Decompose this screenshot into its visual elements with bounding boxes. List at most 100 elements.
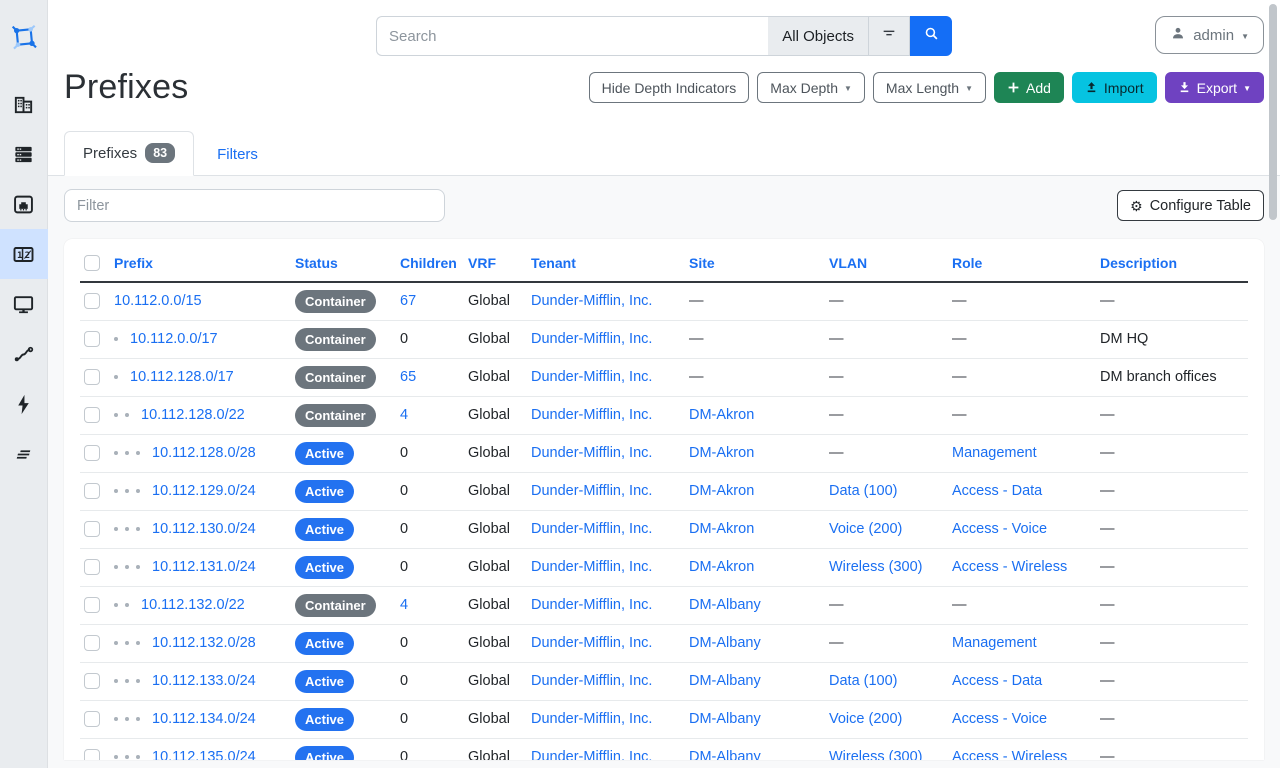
tenant-link[interactable]: Dunder-Mifflin, Inc. <box>531 483 652 499</box>
max-depth-dropdown[interactable]: Max Depth ▼ <box>757 72 865 103</box>
sidebar-item-organization[interactable] <box>0 79 48 129</box>
prefix-link[interactable]: 10.112.0.0/17 <box>130 331 218 347</box>
row-checkbox[interactable] <box>84 559 100 575</box>
row-checkbox[interactable] <box>84 445 100 461</box>
row-checkbox[interactable] <box>84 293 100 309</box>
row-checkbox[interactable] <box>84 673 100 689</box>
vlan-link[interactable]: Wireless (300) <box>829 559 922 575</box>
children-link[interactable]: 67 <box>400 293 416 309</box>
tenant-link[interactable]: Dunder-Mifflin, Inc. <box>531 635 652 651</box>
role-link[interactable]: Access - Voice <box>952 711 1047 727</box>
prefix-link[interactable]: 10.112.129.0/24 <box>152 483 256 499</box>
site-link[interactable]: DM-Albany <box>689 635 761 651</box>
role-link[interactable]: Access - Voice <box>952 521 1047 537</box>
tenant-link[interactable]: Dunder-Mifflin, Inc. <box>531 445 652 461</box>
table-filter-input[interactable] <box>64 189 445 222</box>
site-link[interactable]: DM-Akron <box>689 445 754 461</box>
column-header-children[interactable]: Children <box>396 249 464 282</box>
prefix-link[interactable]: 10.112.130.0/24 <box>152 521 256 537</box>
row-checkbox[interactable] <box>84 407 100 423</box>
site-link[interactable]: DM-Akron <box>689 521 754 537</box>
vlan-link[interactable]: Voice (200) <box>829 521 902 537</box>
tenant-link[interactable]: Dunder-Mifflin, Inc. <box>531 293 652 309</box>
tenant-link[interactable]: Dunder-Mifflin, Inc. <box>531 749 652 760</box>
row-checkbox[interactable] <box>84 369 100 385</box>
site-link[interactable]: DM-Akron <box>689 559 754 575</box>
site-link[interactable]: DM-Akron <box>689 407 754 423</box>
role-link[interactable]: Access - Wireless <box>952 749 1067 760</box>
search-submit-button[interactable] <box>910 16 952 56</box>
site-link[interactable]: DM-Albany <box>689 673 761 689</box>
tenant-link[interactable]: Dunder-Mifflin, Inc. <box>531 407 652 423</box>
children-link[interactable]: 4 <box>400 597 408 613</box>
sidebar-item-devices[interactable] <box>0 129 48 179</box>
tenant-link[interactable]: Dunder-Mifflin, Inc. <box>531 369 652 385</box>
tenant-link[interactable]: Dunder-Mifflin, Inc. <box>531 331 652 347</box>
sidebar-item-customization[interactable] <box>0 429 48 479</box>
prefix-link[interactable]: 10.112.133.0/24 <box>152 673 256 689</box>
row-checkbox[interactable] <box>84 597 100 613</box>
import-button[interactable]: Import <box>1072 72 1157 103</box>
tab-prefixes[interactable]: Prefixes 83 <box>64 131 194 176</box>
add-button[interactable]: Add <box>994 72 1064 103</box>
tenant-link[interactable]: Dunder-Mifflin, Inc. <box>531 711 652 727</box>
hide-depth-indicators-button[interactable]: Hide Depth Indicators <box>589 72 750 103</box>
tenant-link[interactable]: Dunder-Mifflin, Inc. <box>531 559 652 575</box>
column-header-description[interactable]: Description <box>1096 249 1248 282</box>
column-header-status[interactable]: Status <box>291 249 396 282</box>
site-link[interactable]: DM-Albany <box>689 597 761 613</box>
prefix-link[interactable]: 10.112.131.0/24 <box>152 559 256 575</box>
configure-table-button[interactable]: ⚙ Configure Table <box>1117 190 1264 221</box>
row-checkbox[interactable] <box>84 521 100 537</box>
export-dropdown[interactable]: Export ▼ <box>1165 72 1264 103</box>
role-link[interactable]: Management <box>952 635 1037 651</box>
sidebar-item-circuits[interactable] <box>0 329 48 379</box>
role-link[interactable]: Access - Wireless <box>952 559 1067 575</box>
row-checkbox[interactable] <box>84 483 100 499</box>
tenant-link[interactable]: Dunder-Mifflin, Inc. <box>531 597 652 613</box>
sidebar-item-power[interactable] <box>0 379 48 429</box>
vlan-link[interactable]: Data (100) <box>829 673 898 689</box>
site-link[interactable]: DM-Albany <box>689 711 761 727</box>
column-header-tenant[interactable]: Tenant <box>527 249 685 282</box>
column-header-vrf[interactable]: VRF <box>464 249 527 282</box>
site-link[interactable]: DM-Albany <box>689 749 761 760</box>
children-link[interactable]: 65 <box>400 369 416 385</box>
prefix-link[interactable]: 10.112.128.0/17 <box>130 369 234 385</box>
vlan-link[interactable]: Voice (200) <box>829 711 902 727</box>
sidebar-item-connections[interactable] <box>0 179 48 229</box>
site-link[interactable]: DM-Akron <box>689 483 754 499</box>
column-header-site[interactable]: Site <box>685 249 825 282</box>
row-checkbox[interactable] <box>84 635 100 651</box>
sidebar-item-virtualization[interactable] <box>0 279 48 329</box>
tab-filters[interactable]: Filters <box>198 134 277 176</box>
sidebar-item-ipam[interactable]: 1 2 <box>0 229 48 279</box>
vlan-link[interactable]: Wireless (300) <box>829 749 922 760</box>
max-length-dropdown[interactable]: Max Length ▼ <box>873 72 986 103</box>
role-link[interactable]: Access - Data <box>952 673 1042 689</box>
tenant-link[interactable]: Dunder-Mifflin, Inc. <box>531 673 652 689</box>
prefix-link[interactable]: 10.112.0.0/15 <box>114 293 202 309</box>
netbox-logo[interactable] <box>8 22 40 59</box>
children-link[interactable]: 4 <box>400 407 408 423</box>
role-link[interactable]: Access - Data <box>952 483 1042 499</box>
prefix-link[interactable]: 10.112.128.0/28 <box>152 445 256 461</box>
role-link[interactable]: Management <box>952 445 1037 461</box>
search-filter-button[interactable] <box>868 16 910 56</box>
search-scope-select[interactable]: All Objects <box>768 16 868 56</box>
tenant-link[interactable]: Dunder-Mifflin, Inc. <box>531 521 652 537</box>
prefix-link[interactable]: 10.112.134.0/24 <box>152 711 256 727</box>
row-checkbox[interactable] <box>84 749 100 760</box>
vlan-link[interactable]: Data (100) <box>829 483 898 499</box>
column-header-role[interactable]: Role <box>948 249 1096 282</box>
page-scrollbar[interactable] <box>1269 4 1277 220</box>
column-header-vlan[interactable]: VLAN <box>825 249 948 282</box>
select-all-checkbox[interactable] <box>84 255 100 271</box>
user-menu-button[interactable]: admin ▼ <box>1155 16 1264 54</box>
prefix-link[interactable]: 10.112.132.0/22 <box>141 597 245 613</box>
row-checkbox[interactable] <box>84 711 100 727</box>
row-checkbox[interactable] <box>84 331 100 347</box>
search-input[interactable] <box>376 16 768 56</box>
column-header-prefix[interactable]: Prefix <box>110 249 291 282</box>
prefix-link[interactable]: 10.112.128.0/22 <box>141 407 245 423</box>
